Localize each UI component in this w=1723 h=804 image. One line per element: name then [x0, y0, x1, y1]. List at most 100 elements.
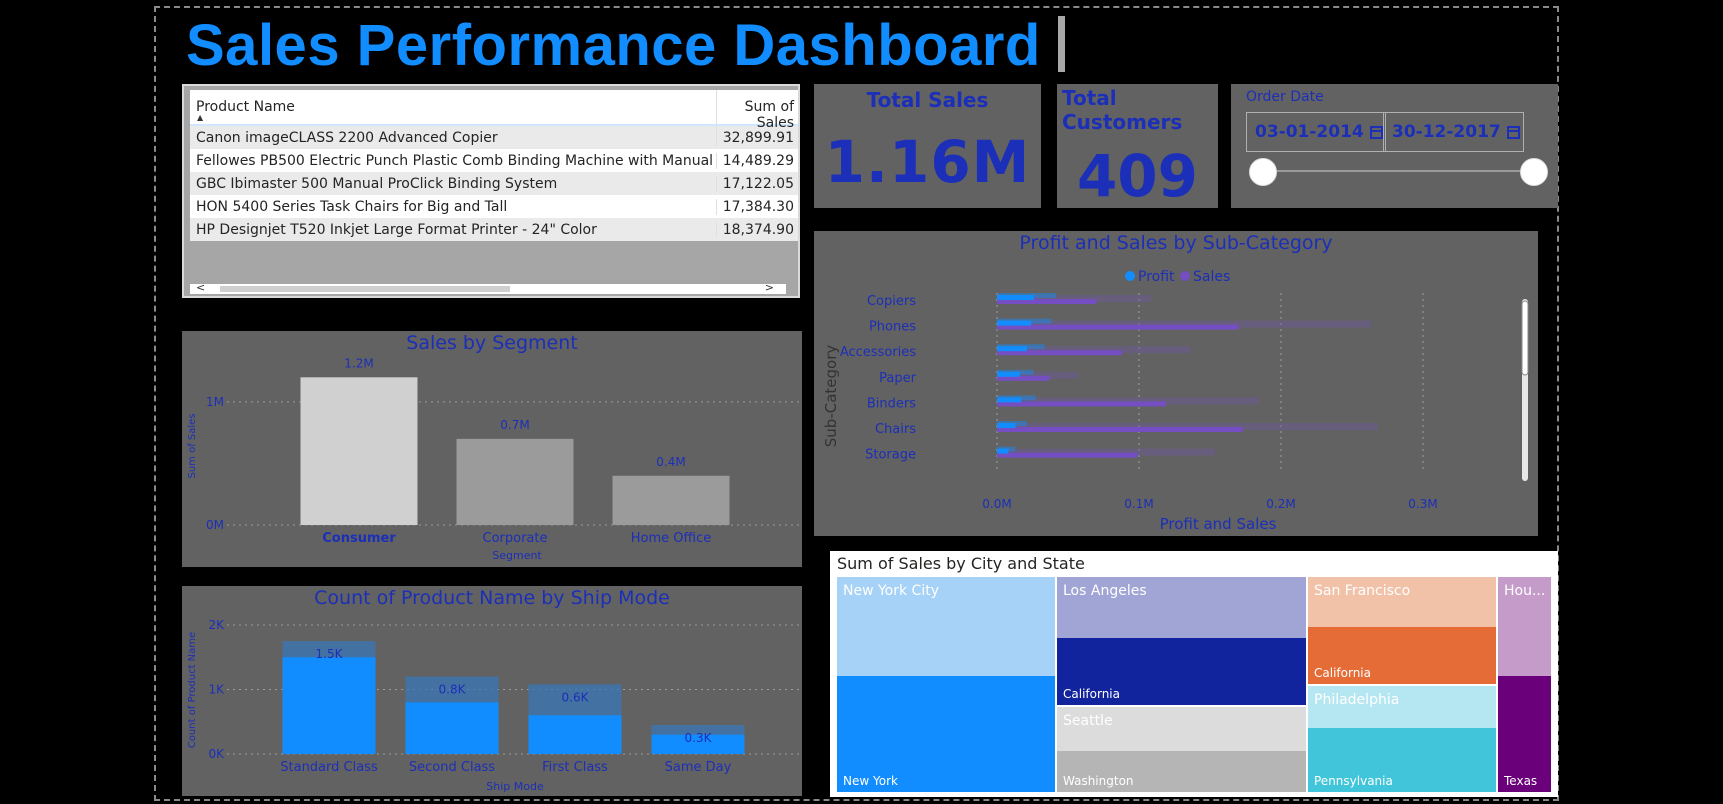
bar-consumer[interactable] [300, 377, 418, 525]
x-tick-label: 0.0M [982, 497, 1011, 511]
table-row[interactable]: HP Designjet T520 Inkjet Large Format Pr… [190, 218, 798, 241]
product-sales-table[interactable]: Product Name Sum of Sales ▲ Canon imageC… [182, 84, 800, 298]
state-label: California [1314, 666, 1371, 680]
table-row[interactable]: Canon imageCLASS 2200 Advanced Copier 32,… [190, 126, 798, 149]
scroll-right-icon[interactable]: > [765, 281, 774, 294]
x-axis-label: Profit and Sales [1160, 515, 1277, 533]
scroll-left-icon[interactable]: < [196, 281, 205, 294]
treemap-tile-california[interactable]: San Francisco California [1308, 577, 1496, 684]
bar-corporate[interactable] [456, 438, 574, 525]
slicer-label: Order Date [1246, 89, 1324, 105]
order-date-slicer[interactable]: Order Date 03-01-2014 30-12-2017 [1231, 84, 1558, 208]
profit-bar[interactable] [997, 423, 1016, 428]
scrollbar-thumb[interactable] [1521, 300, 1529, 376]
end-date-input[interactable]: 30-12-2017 [1383, 112, 1524, 152]
subcategory-plot: Profit Sales 0.0M 0.1M 0.2M 0.3M Profit and Sa… [822, 269, 1529, 533]
treemap-tile-texas[interactable]: Hou... Texas [1498, 577, 1551, 792]
profit-bar[interactable] [997, 448, 1009, 454]
x-tick-label: 0.3M [1408, 497, 1437, 511]
treemap-city-tile[interactable]: San Francisco [1308, 577, 1496, 627]
sales-bar[interactable] [997, 427, 1243, 432]
treemap-tile-new-york[interactable]: New York City New York [837, 577, 1055, 792]
legend-sales-marker[interactable] [1180, 271, 1190, 281]
ship-mode-plot: 0K 1K 2K Count of Product Name Ship Mode 1.5K… [187, 618, 800, 793]
treemap-city-tile[interactable]: New York City [837, 577, 1055, 676]
state-label: Texas [1504, 774, 1538, 788]
data-label: 0.8K [439, 683, 467, 697]
calendar-icon[interactable] [1506, 125, 1520, 139]
treemap-city-tile[interactable]: Hou... [1498, 577, 1551, 676]
start-date-input[interactable]: 03-01-2014 [1246, 112, 1386, 152]
y-tick-label: 2K [208, 618, 225, 632]
segment-plot: 0M 1M Sum of Sales Segment 1.2M Consumer 0.7M C… [187, 356, 800, 562]
city-label: Philadelphia [1314, 692, 1400, 708]
text-cursor [1058, 16, 1065, 72]
category-label: First Class [542, 760, 608, 775]
treemap-city-tile[interactable]: Seattle [1057, 707, 1306, 751]
category-label: Same Day [665, 760, 732, 775]
data-label: 1.2M [344, 356, 373, 370]
treemap-city-tile[interactable]: Los Angeles [1057, 577, 1306, 638]
category-label: Home Office [631, 531, 711, 546]
profit-sales-subcategory-chart[interactable]: Profit and Sales by Sub-Category Profit S… [814, 231, 1538, 536]
profit-bar[interactable] [997, 371, 1020, 377]
product-name-cell: HON 5400 Series Task Chairs for Big and … [196, 198, 508, 215]
sales-value-cell: 32,899.91 [716, 129, 798, 146]
total-customers-card[interactable]: Total Customers 409 [1057, 84, 1218, 210]
bar-home-office[interactable] [612, 475, 730, 525]
city-label: Seattle [1063, 713, 1113, 729]
range-start-handle[interactable] [1249, 158, 1277, 186]
profit-bar[interactable] [997, 397, 1022, 403]
category-label: Paper [879, 371, 916, 386]
city-label: Los Angeles [1063, 583, 1147, 599]
bar-standard-class[interactable] [282, 657, 376, 754]
category-label: Binders [867, 396, 916, 411]
treemap-tile-california[interactable]: Los Angeles California [1057, 577, 1306, 705]
total-sales-card[interactable]: Total Sales 1.16M [814, 84, 1041, 208]
range-end-handle[interactable] [1520, 158, 1548, 186]
profit-bar[interactable] [997, 295, 1034, 300]
data-label: 0.7M [500, 418, 529, 432]
bar-first-class[interactable] [528, 715, 622, 754]
profit-bar[interactable] [997, 320, 1032, 326]
sales-bar[interactable] [997, 324, 1239, 330]
x-tick-label: 0.2M [1266, 497, 1295, 511]
legend-profit-marker[interactable] [1125, 271, 1135, 281]
treemap-city-tile[interactable]: Philadelphia [1308, 686, 1496, 728]
ship-mode-chart[interactable]: Count of Product Name by Ship Mode 0K 1K 2… [182, 586, 802, 796]
treemap-tile-pennsylvania[interactable]: Philadelphia Pennsylvania [1308, 686, 1496, 792]
treemap-tile-washington[interactable]: Seattle Washington [1057, 707, 1306, 792]
header-product-name[interactable]: Product Name [190, 90, 716, 115]
legend-profit-label: Profit [1138, 269, 1175, 285]
category-label: Second Class [409, 760, 495, 775]
category-label: Corporate [483, 531, 548, 546]
data-label: 0.4M [656, 455, 685, 469]
sales-by-segment-chart[interactable]: Sales by Segment 0M 1M Sum of Sales Segment… [182, 331, 802, 567]
scrollbar-thumb[interactable] [220, 286, 510, 292]
sales-bar[interactable] [997, 401, 1166, 407]
date-range-track[interactable] [1263, 170, 1535, 172]
bar-second-class[interactable] [405, 702, 499, 754]
category-label: Storage [865, 448, 916, 463]
data-label: 1.5K [316, 647, 344, 661]
y-axis-label: Sum of Sales [187, 413, 198, 478]
total-customers-label: Total Customers [1062, 86, 1183, 134]
table-row[interactable]: HON 5400 Series Task Chairs for Big and … [190, 195, 798, 218]
category-label: Accessories [840, 345, 916, 360]
table-horizontal-scrollbar[interactable]: < > [190, 281, 786, 294]
header-sum-of-sales[interactable]: Sum of Sales [716, 90, 798, 131]
city-label: Hou... [1504, 583, 1546, 599]
city-label: San Francisco [1314, 583, 1411, 599]
sort-ascending-icon[interactable]: ▲ [197, 113, 203, 122]
table-grid: Product Name Sum of Sales ▲ Canon imageC… [190, 90, 798, 241]
profit-bar[interactable] [997, 346, 1027, 352]
calendar-icon[interactable] [1369, 125, 1383, 139]
category-label: Standard Class [280, 760, 378, 775]
sales-bar[interactable] [997, 452, 1138, 458]
table-row[interactable]: Fellowes PB500 Electric Punch Plastic Co… [190, 149, 798, 172]
table-row[interactable]: GBC Ibimaster 500 Manual ProClick Bindin… [190, 172, 798, 195]
x-axis-label: Ship Mode [486, 780, 544, 793]
data-label: 0.3K [685, 731, 713, 745]
end-date-value: 30-12-2017 [1392, 122, 1501, 142]
city-state-treemap[interactable]: Sum of Sales by City and State New York … [830, 551, 1558, 797]
